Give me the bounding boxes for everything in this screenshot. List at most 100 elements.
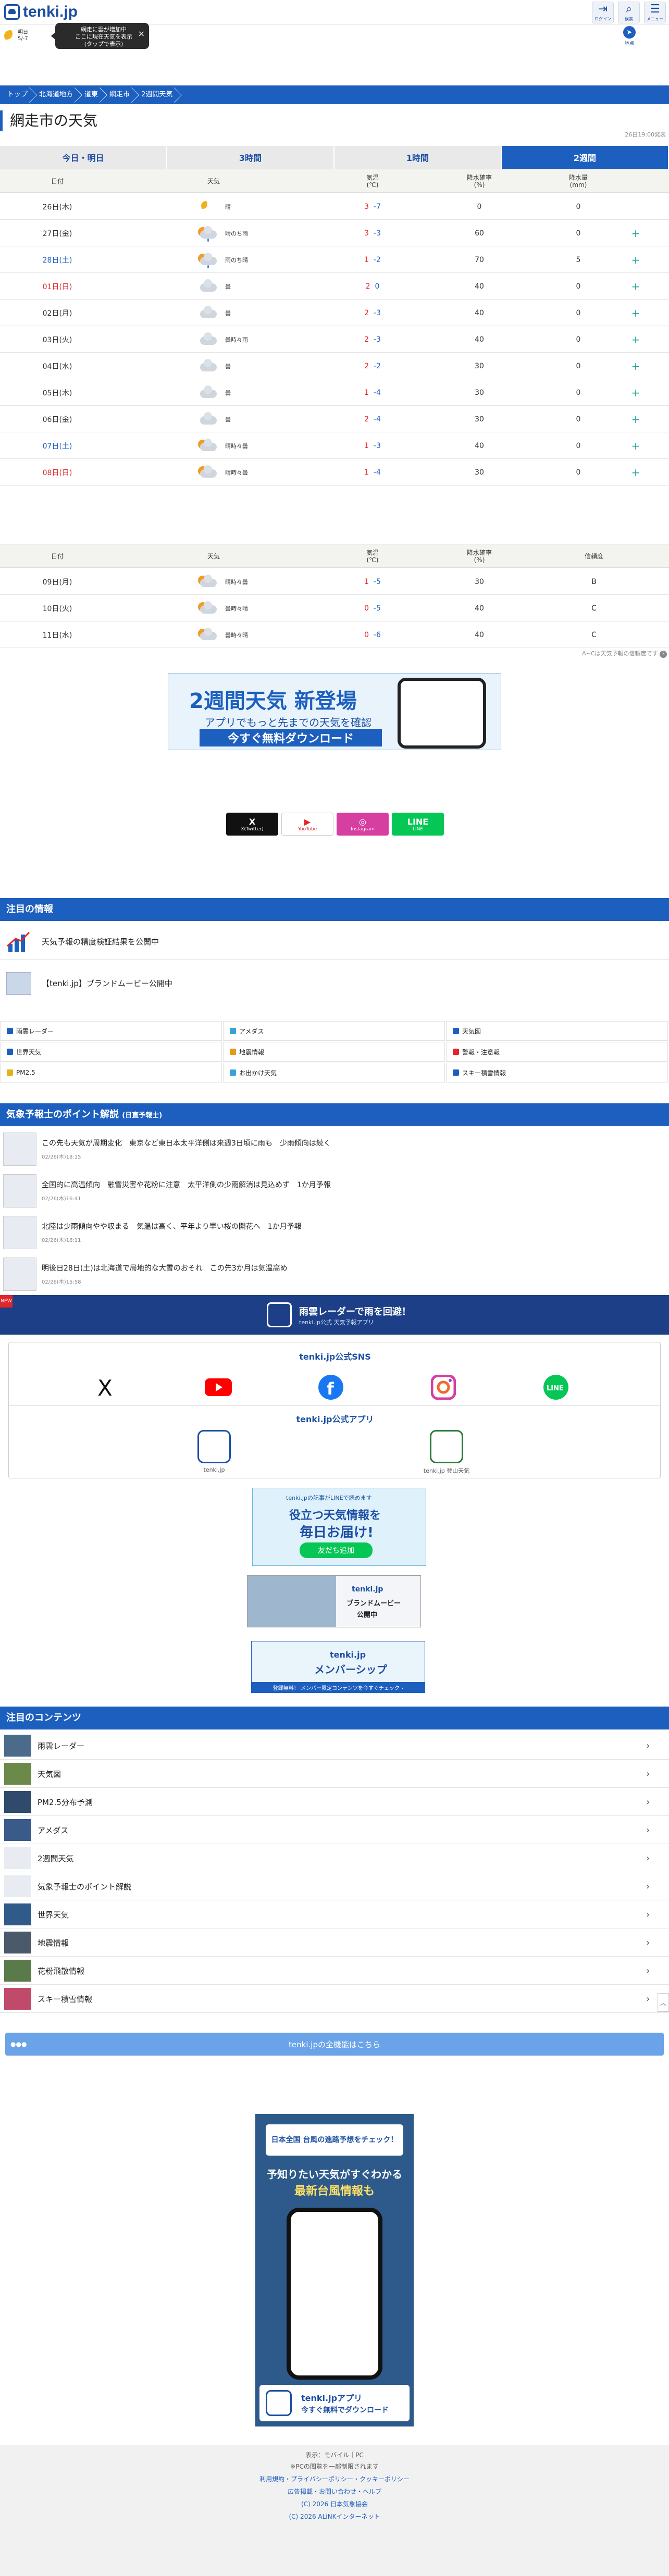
location-button[interactable]: ➤ 地点 bbox=[619, 26, 640, 47]
table-row[interactable]: 08日(日) 晴時々曇 1 -4 30 0 + bbox=[0, 459, 669, 486]
current-weather-pill[interactable]: 明日 5/-7 網走に雲が増加中 ここに現在天気を表示 (タップで表示) × bbox=[4, 23, 149, 49]
point-article[interactable]: この先も天気が周期変化 東京など東日本太平洋側は来週3日頃に雨も 少雨傾向は続く… bbox=[0, 1128, 669, 1170]
share-button[interactable]: ◎ Instagram bbox=[337, 813, 389, 836]
expand-icon[interactable]: + bbox=[630, 220, 641, 246]
quick-link-label: 世界天気 bbox=[16, 1048, 42, 1056]
table-row[interactable]: 27日(金) 晴のち雨 3 -3 60 0 + bbox=[0, 220, 669, 246]
content-item[interactable]: 気象予報士のポイント解説 › bbox=[0, 1872, 669, 1900]
point-article[interactable]: 全国的に高温傾向 融雪災害や花粉に注意 太平洋側の少雨解消は見込めず 1か月予報… bbox=[0, 1170, 669, 1212]
content-thumb bbox=[4, 1903, 31, 1925]
app-download-banner[interactable]: 2週間天気 新登場 アプリでもっと先までの天気を確認 今すぐ無料ダウンロード bbox=[168, 673, 501, 750]
cell-date: 07日(土) bbox=[42, 442, 72, 451]
quick-link[interactable]: 地震情報 bbox=[223, 1042, 445, 1062]
tab-1hour[interactable]: 1時間 bbox=[334, 146, 502, 169]
brand-movie-banner[interactable]: tenki.jp ブランドムービー 公開中 bbox=[247, 1575, 421, 1627]
content-item[interactable]: アメダス › bbox=[0, 1816, 669, 1844]
pill-time: 明日 bbox=[18, 30, 28, 35]
cell-temp: 2 -2 bbox=[364, 362, 381, 370]
footer-help-links[interactable]: 広告掲載・お問い合わせ・ヘルプ bbox=[0, 2487, 669, 2496]
display-mode-switch[interactable]: 表示：モバイル｜PC bbox=[0, 2450, 669, 2459]
share-button[interactable]: LINE LINE bbox=[392, 813, 444, 836]
add-friend-button[interactable]: 友だち追加 bbox=[300, 1542, 373, 1558]
table-row[interactable]: 11日(水) 曇時々晴 0 -6 40 C bbox=[0, 621, 669, 648]
table-row[interactable]: 09日(月) 晴時々曇 1 -5 30 B bbox=[0, 568, 669, 595]
quick-link[interactable]: 天気図 bbox=[446, 1021, 668, 1041]
quick-link[interactable]: スキー積雪情報 bbox=[446, 1063, 668, 1082]
table-row[interactable]: 06日(金) 曇 2 -4 30 0 + bbox=[0, 406, 669, 432]
content-item[interactable]: 花粉飛散情報 › bbox=[0, 1957, 669, 1985]
quick-link[interactable]: 世界天気 bbox=[0, 1042, 222, 1062]
expand-icon[interactable] bbox=[630, 193, 641, 220]
facebook-icon[interactable]: f bbox=[317, 1374, 344, 1401]
banner-download-button[interactable]: 今すぐ無料ダウンロード bbox=[200, 729, 382, 746]
pill-weather[interactable]: 明日 5/-7 bbox=[4, 28, 41, 44]
expand-icon[interactable]: + bbox=[630, 353, 641, 379]
content-item[interactable]: 2週間天気 › bbox=[0, 1844, 669, 1872]
expand-icon[interactable]: + bbox=[630, 406, 641, 432]
line-friend-banner[interactable]: tenki.jpの記事がLINEで読めます 役立つ天気情報を 毎日お届け! 友だ… bbox=[252, 1488, 426, 1566]
point-article[interactable]: 明後日28日(土)は北海道で局地的な大雪のおそれ この先3か月は気温高め 02/2… bbox=[0, 1253, 669, 1295]
breadcrumb-item[interactable]: 道東 bbox=[80, 85, 105, 104]
instagram-icon[interactable] bbox=[430, 1374, 457, 1401]
table-row[interactable]: 10日(火) 曇時々晴 0 -5 40 C bbox=[0, 595, 669, 621]
scroll-top-button[interactable]: ︿ bbox=[658, 1993, 669, 2012]
tenki-app-icon[interactable] bbox=[197, 1430, 231, 1463]
content-item[interactable]: 雨雲レーダー › bbox=[0, 1732, 669, 1760]
footer-policy-links[interactable]: 利用規約・プライバシーポリシー・クッキーポリシー bbox=[0, 2474, 669, 2483]
typhoon-app-ad[interactable]: 日本全国 台風の進路予想をチェック！ 予知りたい天気がすぐわかる 最新台風情報も… bbox=[255, 2114, 414, 2426]
tenki-logo[interactable]: tenki.jp bbox=[4, 3, 78, 21]
all-features-button[interactable]: ●●● tenki.jpの全機能はこちら bbox=[5, 2033, 664, 2056]
table-row[interactable]: 05日(木) 曇 1 -4 30 0 + bbox=[0, 379, 669, 406]
expand-icon[interactable]: + bbox=[630, 379, 641, 406]
table-row[interactable]: 03日(火) 曇時々雨 2 -3 40 0 + bbox=[0, 326, 669, 353]
quick-link[interactable]: 警報・注意報 bbox=[446, 1042, 668, 1062]
point-article[interactable]: 北陸は少雨傾向やや収まる 気温は高く、平年より早い桜の開花へ 1か月予報 02/2… bbox=[0, 1212, 669, 1253]
tab-3hour[interactable]: 3時間 bbox=[167, 146, 334, 169]
table-row[interactable]: 01日(日) 曇 2 0 40 0 + bbox=[0, 273, 669, 300]
share-button[interactable]: ▶ YouTube bbox=[281, 813, 333, 836]
menu-button[interactable]: ☰ メニュー bbox=[644, 2, 666, 23]
footer-copyright[interactable]: (C) 2026 ALiNKインターネット bbox=[0, 2512, 669, 2521]
membership-cta[interactable]: 登録無料！ メンバー限定コンテンツを今すぐチェック › bbox=[252, 1682, 425, 1693]
membership-banner[interactable]: tenki.jp メンバーシップ 登録無料！ メンバー限定コンテンツを今すぐチェ… bbox=[251, 1641, 425, 1693]
expand-icon[interactable]: + bbox=[630, 459, 641, 486]
content-item[interactable]: 世界天気 › bbox=[0, 1900, 669, 1928]
table-row[interactable]: 04日(水) 曇 2 -2 30 0 + bbox=[0, 353, 669, 379]
expand-icon[interactable]: + bbox=[630, 300, 641, 326]
table-row[interactable]: 26日(木) 晴 3 -7 0 0 bbox=[0, 193, 669, 220]
tab-today-tomorrow[interactable]: 今日・明日 bbox=[0, 146, 167, 169]
expand-icon[interactable]: + bbox=[630, 273, 641, 300]
mountain-app-icon[interactable] bbox=[430, 1430, 463, 1463]
ad-download-cta[interactable]: 今すぐ無料でダウンロード bbox=[301, 2405, 389, 2415]
expand-icon[interactable]: + bbox=[630, 326, 641, 353]
quick-link[interactable]: PM2.5 bbox=[0, 1063, 222, 1082]
expand-icon[interactable]: + bbox=[630, 432, 641, 459]
footer-copyright[interactable]: (C) 2026 日本気象協会 bbox=[0, 2499, 669, 2508]
breadcrumb-item[interactable]: 網走市 bbox=[105, 85, 137, 104]
tab-2week[interactable]: 2週間 bbox=[502, 146, 669, 169]
quick-link[interactable]: 雨雲レーダー bbox=[0, 1021, 222, 1041]
x-icon[interactable]: X bbox=[92, 1374, 119, 1401]
content-item[interactable]: PM2.5分布予測 › bbox=[0, 1788, 669, 1816]
table-row[interactable]: 02日(月) 曇 2 -3 40 0 + bbox=[0, 300, 669, 326]
help-icon[interactable]: ? bbox=[660, 651, 667, 658]
featured-item[interactable]: 天気予報の精度検証結果を公開中 bbox=[0, 923, 669, 960]
table-row[interactable]: 07日(土) 晴時々曇 1 -3 40 0 + bbox=[0, 432, 669, 459]
breadcrumb-item[interactable]: 北海道地方 bbox=[35, 85, 80, 104]
content-item[interactable]: スキー積雪情報 › bbox=[0, 1985, 669, 2013]
close-icon[interactable]: × bbox=[138, 30, 145, 38]
share-button[interactable]: X X(Twitter) bbox=[226, 813, 278, 836]
expand-icon[interactable]: + bbox=[630, 246, 641, 273]
breadcrumb-item[interactable]: トップ bbox=[3, 85, 35, 104]
line-icon[interactable]: LINE bbox=[542, 1374, 569, 1401]
youtube-icon[interactable] bbox=[205, 1374, 232, 1401]
content-item[interactable]: 天気図 › bbox=[0, 1760, 669, 1788]
quick-link[interactable]: お出かけ天気 bbox=[223, 1063, 445, 1082]
login-button[interactable]: ⇥ ログイン bbox=[592, 2, 614, 23]
search-button[interactable]: ⌕ 検索 bbox=[618, 2, 640, 23]
quick-link[interactable]: アメダス bbox=[223, 1021, 445, 1041]
featured-item[interactable]: 【tenki.jp】ブランドムービー公開中 bbox=[0, 965, 669, 1001]
radar-app-banner[interactable]: NEW 雨雲レーダーで雨を回避！ tenki.jp公式 天気予報アプリ bbox=[0, 1295, 669, 1335]
content-item[interactable]: 地震情報 › bbox=[0, 1928, 669, 1957]
table-row[interactable]: 28日(土) 雨のち晴 1 -2 70 5 + bbox=[0, 246, 669, 273]
